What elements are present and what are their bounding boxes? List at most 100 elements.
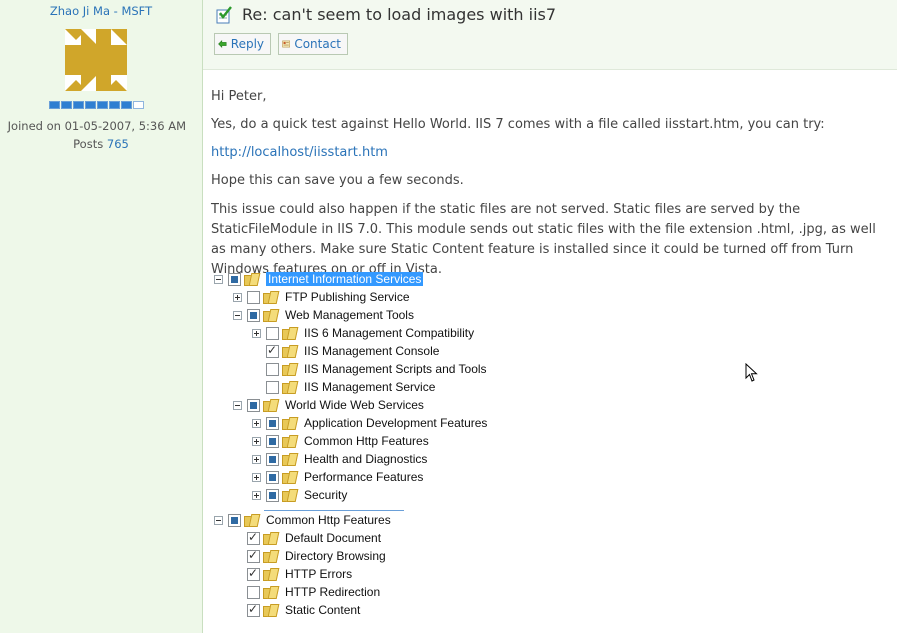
checkbox[interactable] [247,585,260,599]
collapse-icon[interactable] [233,400,242,410]
author-panel: Zhao Ji Ma - MSFT Joined on 01-05-2007, … [0,0,203,633]
checkbox[interactable] [247,566,260,581]
rank-segment [133,101,144,109]
folder-icon [263,532,279,545]
folder-icon [263,604,279,617]
folder-icon [263,309,279,322]
folder-icon [282,435,298,448]
tree-item-iis[interactable]: Internet Information Services [214,270,424,288]
folder-icon [282,345,298,358]
checkbox[interactable] [266,362,279,376]
body-paragraph-2: Hope this can save you a few seconds. [211,173,464,188]
rank-segment [73,101,84,109]
checkbox[interactable] [266,343,279,358]
author-name-link[interactable]: Zhao Ji Ma - MSFT [0,4,202,18]
tree-label: HTTP Errors [285,567,353,581]
avatar[interactable] [65,29,127,91]
folder-icon [263,568,279,581]
tree-label: Static Content [285,603,361,617]
tree-item-ftp[interactable]: FTP Publishing Service [233,288,410,306]
checkbox[interactable] [266,434,279,448]
tree-label: Common Http Features [304,434,429,448]
tree-item-management-console[interactable]: IIS Management Console [252,342,439,360]
folder-icon [263,550,279,563]
tree-item-app-dev[interactable]: Application Development Features [252,414,487,432]
rank-segment [109,101,120,109]
folder-icon [263,586,279,599]
tree-label: Application Development Features [304,416,488,430]
expand-icon[interactable] [233,292,242,302]
tree-item-performance[interactable]: Performance Features [252,468,423,486]
tree-item-web-management[interactable]: Web Management Tools [233,306,414,324]
tree2-item-static-content[interactable]: Static Content [247,601,360,619]
tree-item-health-diagnostics[interactable]: Health and Diagnostics [252,450,427,468]
expand-icon[interactable] [252,454,261,464]
body-paragraph-1: Yes, do a quick test against Hello World… [211,117,825,132]
checkbox[interactable] [266,326,279,340]
rank-segment [61,101,72,109]
checkbox[interactable] [266,416,279,430]
folder-icon [282,417,298,430]
checkbox[interactable] [247,398,260,412]
rank-segment [121,101,132,109]
tree-item-security[interactable]: Security [252,486,347,504]
tree2-item-directory-browsing[interactable]: Directory Browsing [247,547,386,565]
checkbox[interactable] [247,602,260,617]
expand-icon[interactable] [252,328,261,338]
tree-label: Internet Information Services [266,272,424,286]
body-paragraph-3: This issue could also happen if the stat… [211,202,876,277]
rank-segment [85,101,96,109]
folder-icon [282,381,298,394]
folder-icon [263,291,279,304]
checkbox[interactable] [266,452,279,466]
tree2-item-default-document[interactable]: Default Document [247,529,381,547]
tree2-item-http-redirection[interactable]: HTTP Redirection [247,583,380,601]
expand-icon[interactable] [252,418,261,428]
tree2-item-http-errors[interactable]: HTTP Errors [247,565,352,583]
checkbox[interactable] [266,488,279,502]
tree-label: HTTP Redirection [285,585,381,599]
tree-item-www-services[interactable]: World Wide Web Services [233,396,424,414]
checkbox[interactable] [247,530,260,545]
folder-icon [282,489,298,502]
expand-icon[interactable] [252,436,261,446]
reply-button[interactable]: Reply [214,33,271,55]
tree-item-scripts-tools[interactable]: IIS Management Scripts and Tools [252,360,487,378]
tree-label: FTP Publishing Service [285,290,410,304]
post-count: Posts 765 [0,137,202,151]
checkbox[interactable] [266,380,279,394]
collapse-icon[interactable] [214,515,223,525]
tree-label: World Wide Web Services [285,398,424,412]
expand-icon[interactable] [252,490,261,500]
posts-label: Posts [73,137,104,151]
tree-label: Directory Browsing [285,549,386,563]
post-check-icon [216,6,232,24]
contact-button[interactable]: Contact [278,33,348,55]
iisstart-link[interactable]: http://localhost/iisstart.htm [211,143,388,163]
collapse-icon[interactable] [214,274,223,284]
reply-button-label: Reply [230,37,264,51]
checkbox[interactable] [247,290,260,304]
posts-count-link[interactable]: 765 [107,137,129,151]
checkbox[interactable] [247,308,260,322]
folder-icon [244,514,260,527]
tree-item-management-service[interactable]: IIS Management Service [252,378,435,396]
greeting-text: Hi Peter, [211,89,267,104]
checkbox[interactable] [228,513,241,527]
joined-date: Joined on 01-05-2007, 5:36 AM [7,119,186,133]
tree-label: Performance Features [304,470,424,484]
checkbox[interactable] [247,548,260,563]
collapse-icon[interactable] [233,310,242,320]
checkbox[interactable] [228,272,241,286]
folder-icon [263,399,279,412]
tree-label: Common Http Features [266,513,391,527]
tree2-item-common-http[interactable]: Common Http Features [214,511,391,529]
checkbox[interactable] [266,470,279,484]
expand-icon[interactable] [252,472,261,482]
tree-item-iis6-compat[interactable]: IIS 6 Management Compatibility [252,324,474,342]
avatar-pattern-icon [65,29,127,91]
tree-item-common-http[interactable]: Common Http Features [252,432,429,450]
